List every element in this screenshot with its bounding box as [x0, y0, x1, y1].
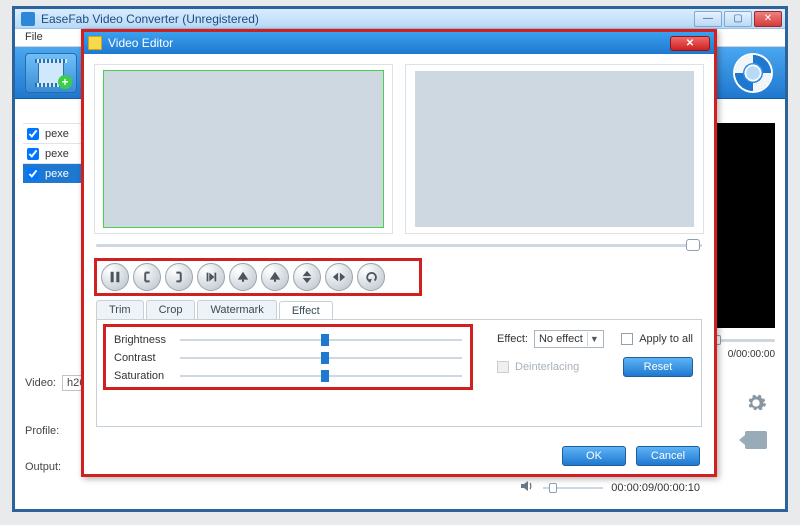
volume-thumb[interactable] [549, 483, 557, 493]
file-checkbox[interactable] [27, 148, 39, 160]
chevron-down-icon: ▼ [587, 332, 601, 346]
step-forward-button[interactable] [197, 263, 225, 291]
window-close-button[interactable]: ✕ [754, 11, 782, 27]
scrub-thumb[interactable] [686, 239, 700, 251]
apply-all-label: Apply to all [639, 333, 693, 345]
rotate-left-button[interactable] [229, 263, 257, 291]
speaker-icon[interactable] [519, 478, 535, 497]
right-preview-time: 0/00:00:00 [728, 349, 775, 360]
dialog-title: Video Editor [108, 36, 664, 50]
snapshot-camera-icon[interactable] [745, 431, 767, 449]
video-editor-dialog: Video Editor ✕ [81, 29, 717, 477]
flip-vertical-button[interactable] [293, 263, 321, 291]
slider-thumb[interactable] [321, 352, 329, 364]
volume-time-row: 00:00:09/00:00:10 [519, 478, 700, 497]
dialog-close-button[interactable]: ✕ [670, 36, 710, 51]
reset-button[interactable]: Reset [623, 357, 693, 377]
effect-select-label: Effect: [497, 333, 528, 345]
mark-out-button[interactable] [165, 263, 193, 291]
right-preview [711, 123, 775, 328]
window-minimize-button[interactable]: — [694, 11, 722, 27]
slider-thumb[interactable] [321, 370, 329, 382]
source-preview [94, 64, 393, 234]
menu-file[interactable]: File [25, 31, 43, 43]
contrast-label: Contrast [114, 352, 174, 364]
tab-trim[interactable]: Trim [96, 300, 144, 319]
flip-horizontal-button[interactable] [325, 263, 353, 291]
output-label: Output: [25, 461, 61, 473]
help-lifering-icon[interactable] [733, 53, 773, 93]
effect-panel: Brightness Contrast Saturation Effect: N… [96, 319, 702, 427]
dialog-icon [88, 36, 102, 50]
ok-button[interactable]: OK [562, 446, 626, 466]
effect-sliders-highlight: Brightness Contrast Saturation [103, 324, 473, 390]
time-display: 00:00:09/00:00:10 [611, 482, 700, 494]
output-preview [405, 64, 704, 234]
editor-tabs: Trim Crop Watermark Effect [96, 300, 714, 319]
app-window: EaseFab Video Converter (Unregistered) —… [12, 6, 788, 512]
effect-select-value: No effect [539, 333, 583, 345]
video-label: Video: [25, 377, 56, 389]
main-body: pexe pexe pexe Video: h26 Profile: Outpu… [15, 99, 785, 509]
brightness-slider[interactable] [180, 333, 462, 347]
app-titlebar: EaseFab Video Converter (Unregistered) —… [15, 9, 785, 29]
window-maximize-button[interactable]: ▢ [724, 11, 752, 27]
app-icon [21, 12, 35, 26]
tab-watermark[interactable]: Watermark [197, 300, 276, 319]
apply-all-checkbox[interactable] [621, 333, 633, 345]
tab-effect[interactable]: Effect [279, 301, 333, 320]
deinterlacing-checkbox [497, 361, 509, 373]
file-name: pexe [45, 168, 69, 180]
dialog-scrub[interactable] [84, 236, 714, 254]
undo-button[interactable] [357, 263, 385, 291]
effect-select[interactable]: No effect ▼ [534, 330, 604, 348]
slider-thumb[interactable] [321, 334, 329, 346]
add-video-button[interactable]: + [25, 53, 77, 93]
pause-button[interactable] [101, 263, 129, 291]
file-name: pexe [45, 128, 69, 140]
brightness-label: Brightness [114, 334, 174, 346]
app-title: EaseFab Video Converter (Unregistered) [41, 12, 694, 26]
volume-slider[interactable] [543, 483, 603, 493]
preview-row [84, 54, 714, 236]
file-checkbox[interactable] [27, 168, 39, 180]
right-scrub[interactable] [711, 333, 775, 347]
settings-gear-icon[interactable] [745, 392, 767, 414]
profile-label: Profile: [25, 425, 59, 437]
dialog-titlebar: Video Editor ✕ [84, 32, 714, 54]
plus-icon: + [58, 75, 72, 89]
cancel-button[interactable]: Cancel [636, 446, 700, 466]
deinterlacing-label: Deinterlacing [515, 361, 579, 373]
saturation-label: Saturation [114, 370, 174, 382]
file-checkbox[interactable] [27, 128, 39, 140]
tab-crop[interactable]: Crop [146, 300, 196, 319]
mark-in-button[interactable] [133, 263, 161, 291]
file-name: pexe [45, 148, 69, 160]
contrast-slider[interactable] [180, 351, 462, 365]
saturation-slider[interactable] [180, 369, 462, 383]
rotate-right-button[interactable] [261, 263, 289, 291]
transport-controls-highlight [94, 258, 422, 296]
